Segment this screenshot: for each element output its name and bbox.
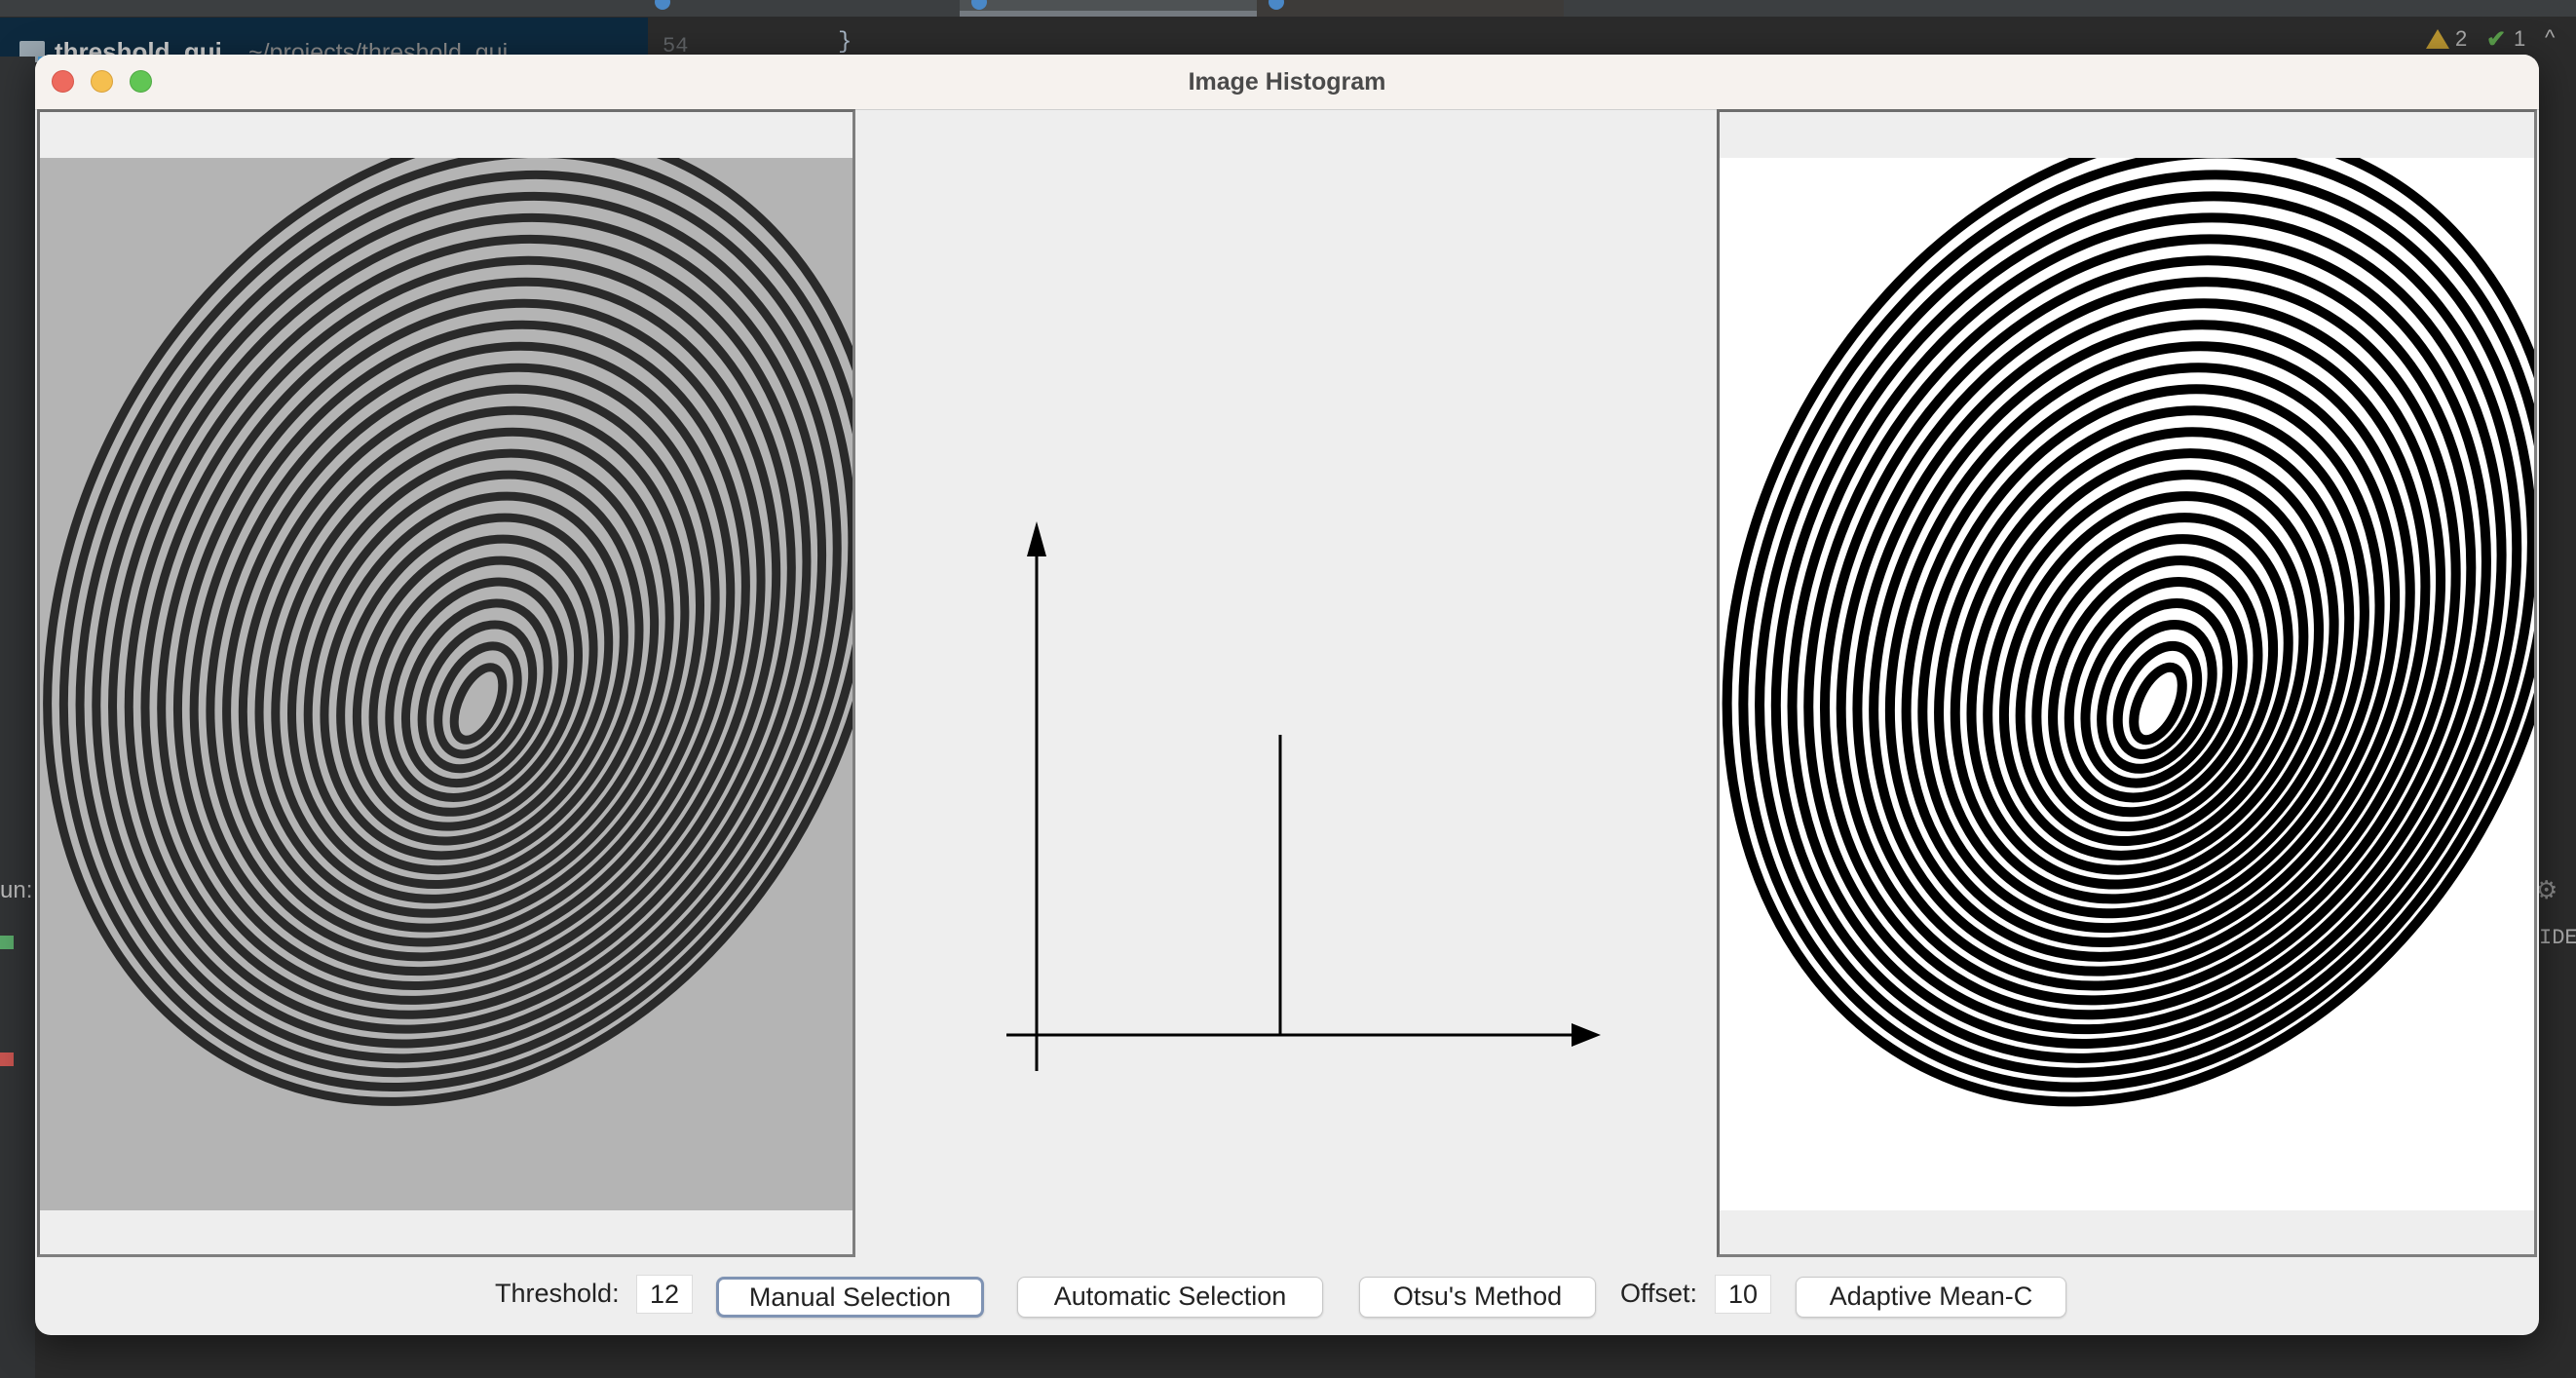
threshold-input[interactable]: 12 bbox=[636, 1275, 693, 1314]
automatic-selection-button[interactable]: Automatic Selection bbox=[1017, 1277, 1323, 1318]
binary-image-panel bbox=[1717, 109, 2537, 1257]
run-icon[interactable] bbox=[0, 936, 14, 949]
controls-bar: Threshold: 12 Manual Selection Automatic… bbox=[35, 1263, 2539, 1335]
binary-fingerprint-image bbox=[1720, 158, 2534, 1210]
check-count: 1 bbox=[2514, 26, 2526, 51]
check-icon[interactable]: ✔ bbox=[2486, 25, 2506, 54]
otsu-method-button[interactable]: Otsu's Method bbox=[1359, 1277, 1596, 1318]
ide-tab-active[interactable] bbox=[960, 0, 1257, 17]
stop-icon[interactable] bbox=[0, 1053, 14, 1066]
threshold-label: Threshold: bbox=[495, 1279, 620, 1308]
original-fingerprint-image bbox=[40, 158, 852, 1210]
fingerprint-gray-graphic bbox=[40, 158, 852, 1210]
x-axis-arrow bbox=[1572, 1023, 1601, 1047]
ide-side-label: IDE bbox=[2539, 926, 2576, 950]
chevron-up-icon[interactable]: ^ bbox=[2545, 25, 2555, 51]
ide-left-strip bbox=[0, 57, 35, 1378]
title-bar[interactable]: Image Histogram bbox=[35, 55, 2539, 110]
original-image-panel bbox=[37, 109, 855, 1257]
ide-editor-tabs bbox=[0, 0, 2576, 17]
ide-code: } bbox=[838, 29, 852, 56]
window-title: Image Histogram bbox=[1188, 68, 1386, 96]
file-icon bbox=[655, 0, 670, 10]
ide-project-row[interactable]: threshold_gui ~/projects/threshold_gui bbox=[0, 18, 648, 66]
image-histogram-window: Image Histogram Threshold: 12 Manual Sel… bbox=[35, 55, 2539, 1335]
ide-tab[interactable] bbox=[643, 0, 965, 17]
fingerprint-binary-graphic bbox=[1720, 158, 2534, 1210]
warning-icon[interactable] bbox=[2426, 29, 2449, 49]
histogram-chart bbox=[1006, 521, 1601, 1071]
file-icon bbox=[971, 0, 987, 10]
file-icon bbox=[1269, 0, 1284, 10]
adaptive-mean-c-button[interactable]: Adaptive Mean-C bbox=[1796, 1277, 2066, 1318]
offset-input[interactable]: 10 bbox=[1715, 1275, 1771, 1314]
offset-label: Offset: bbox=[1620, 1279, 1698, 1308]
ide-tab[interactable] bbox=[1257, 0, 1564, 17]
ide-run-label: un: bbox=[0, 877, 33, 903]
manual-selection-button[interactable]: Manual Selection bbox=[716, 1277, 984, 1318]
histogram-panel bbox=[853, 109, 1717, 1257]
y-axis-arrow bbox=[1027, 521, 1046, 556]
warning-count: 2 bbox=[2455, 26, 2468, 51]
